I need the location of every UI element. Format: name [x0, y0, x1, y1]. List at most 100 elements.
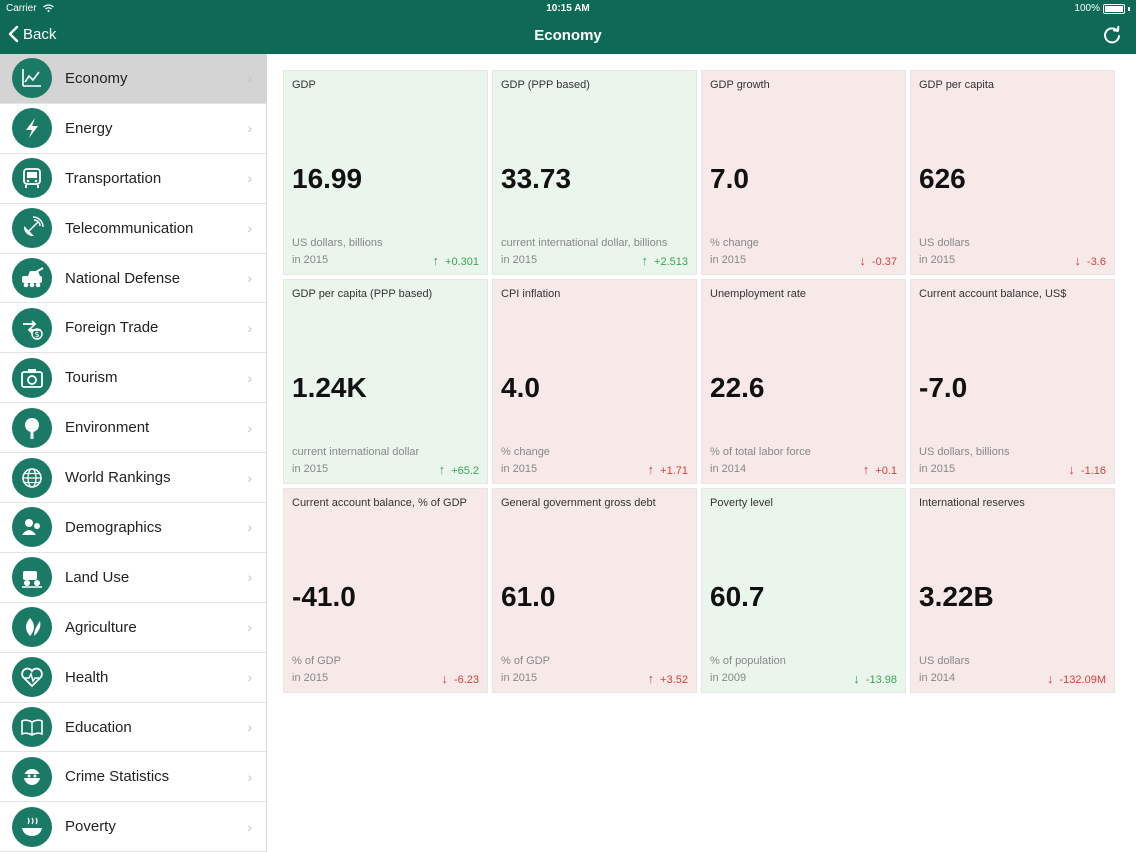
land-use-icon [12, 557, 52, 598]
page-title: Economy [534, 27, 602, 44]
tile-change-value: +65.2 [451, 465, 479, 477]
tile-title: Current account balance, % of GDP [292, 497, 467, 509]
sidebar-item-label: Land Use [65, 568, 130, 586]
chevron-right-icon: › [247, 170, 252, 187]
indicator-tile[interactable]: International reserves 3.22B US dollars in … [910, 488, 1115, 693]
tile-change-value: -3.6 [1087, 256, 1106, 268]
tile-change-value: -1.16 [1080, 465, 1106, 477]
sidebar-item-world-rankings[interactable]: World Rankings › [0, 453, 266, 504]
sidebar-item-agriculture[interactable]: Agriculture › [0, 603, 266, 653]
tile-change: ↓ -132.09M [1047, 671, 1106, 686]
tile-change: ↓ -3.6 [1075, 253, 1106, 268]
sidebar-item-telecommunication[interactable]: Telecommunication › [0, 204, 266, 254]
tile-unit: current international dollar, billions [501, 237, 668, 249]
tile-change-value: -6.23 [453, 674, 479, 686]
tile-unit: % change [710, 237, 759, 249]
indicator-tile[interactable]: GDP growth 7.0 % change in 2015 ↓ -0.37 [701, 70, 906, 275]
national-defense-icon [12, 258, 52, 298]
world-rankings-icon [12, 457, 52, 498]
tile-year: in 2015 [501, 254, 538, 266]
chevron-right-icon: › [247, 270, 252, 286]
sidebar-item-environment[interactable]: Environment › [0, 403, 266, 454]
battery-icon [1103, 3, 1125, 14]
tile-change-value: -132.09M [1059, 674, 1106, 686]
indicator-tile[interactable]: General government gross debt 61.0 % of GD… [492, 488, 697, 693]
arrow-down-icon: ↓ [1074, 253, 1082, 268]
sidebar-item-economy[interactable]: Economy › [0, 54, 266, 104]
sidebar-item-energy[interactable]: Energy › [0, 104, 266, 154]
crime-statistics-icon [12, 756, 52, 797]
sidebar-item-land-use[interactable]: Land Use › [0, 553, 266, 603]
environment-icon [12, 407, 52, 448]
tile-year: in 2015 [292, 463, 329, 475]
indicator-tile[interactable]: Unemployment rate 22.6 % of total labor fo… [701, 279, 906, 484]
tile-unit: % of population [710, 655, 786, 667]
sidebar-item-crime-statistics[interactable]: Crime Statistics › [0, 752, 266, 803]
sidebar-item-label: Foreign Trade [65, 319, 159, 337]
energy-icon [12, 108, 52, 149]
economy-icon [12, 58, 52, 99]
sidebar-item-poverty[interactable]: Poverty › [0, 802, 266, 852]
tile-unit: current international dollar [292, 446, 420, 458]
tile-unit: US dollars [919, 237, 970, 249]
tile-year: in 2015 [501, 672, 538, 684]
tile-title: International reserves [919, 497, 1025, 509]
arrow-down-icon: ↓ [1047, 671, 1054, 686]
sidebar-item-health[interactable]: Health › [0, 653, 266, 703]
tile-value: 61.0 [501, 581, 556, 612]
indicator-tile[interactable]: GDP (PPP based) 33.73 current internationa… [492, 70, 697, 275]
refresh-button[interactable] [1102, 25, 1122, 50]
chevron-right-icon: › [247, 220, 252, 237]
tile-year: in 2014 [710, 463, 747, 475]
tile-title: GDP per capita [919, 79, 995, 91]
tile-unit: US dollars, billions [919, 446, 1010, 458]
sidebar-item-label: Environment [65, 419, 150, 437]
tile-year: in 2009 [710, 672, 747, 684]
arrow-up-icon: ↑ [641, 253, 649, 268]
tile-title: Poverty level [710, 497, 773, 509]
indicator-tile[interactable]: GDP per capita 626 US dollars in 2015 ↓ -3.6 [910, 70, 1115, 275]
sidebar-item-foreign-trade[interactable]: $ Foreign Trade › [0, 303, 266, 354]
indicator-tile[interactable]: GDP per capita (PPP based) 1.24K current i… [283, 279, 488, 484]
indicator-tile[interactable]: GDP 16.99 US dollars, billions in 2015 ↑ +0.3… [283, 70, 488, 275]
sidebar-item-label: Economy [65, 69, 128, 87]
sidebar-item-education[interactable]: Education › [0, 703, 266, 753]
tile-year: in 2015 [919, 254, 956, 266]
tile-title: General government gross debt [501, 497, 656, 509]
sidebar-item-demographics[interactable]: Demographics › [0, 503, 266, 553]
tile-change: ↑ +1.71 [648, 462, 688, 477]
tile-value: 626 [919, 163, 966, 194]
indicator-tile[interactable]: CPI inflation 4.0 % change in 2015 ↑ +1.71 [492, 279, 697, 484]
indicator-tile[interactable]: Poverty level 60.7 % of population in 2009 ↓… [701, 488, 906, 693]
tile-change-value: +1.71 [660, 465, 688, 477]
indicator-tile[interactable]: Current account balance, US$ -7.0 US dolla… [910, 279, 1115, 484]
arrow-down-icon: ↓ [859, 253, 866, 268]
indicator-grid: GDP 16.99 US dollars, billions in 2015 ↑ +0.3… [283, 70, 1115, 693]
tile-year: in 2015 [710, 254, 747, 266]
navigation-bar: Back Economy [0, 18, 1136, 54]
tile-unit: % change [501, 446, 550, 458]
indicator-tile[interactable]: Current account balance, % of GDP -41.0 % … [283, 488, 488, 693]
sidebar-item-transportation[interactable]: Transportation › [0, 154, 266, 204]
chevron-right-icon: › [247, 768, 252, 785]
svg-text:$: $ [34, 330, 39, 339]
demographics-icon [12, 507, 52, 548]
chevron-right-icon: › [247, 319, 252, 336]
foreign-trade-icon: $ [12, 307, 52, 348]
sidebar-item-label: Health [65, 668, 109, 686]
chevron-right-icon: › [247, 619, 252, 636]
tile-unit: US dollars [919, 655, 970, 667]
transportation-icon [12, 158, 52, 199]
battery-tip [1128, 6, 1130, 11]
tile-title: CPI inflation [501, 288, 561, 300]
chevron-right-icon: › [247, 669, 252, 686]
arrow-up-icon: ↑ [432, 253, 440, 268]
tile-change: ↑ +0.301 [433, 253, 479, 268]
sidebar-item-national-defense[interactable]: National Defense › [0, 254, 266, 304]
sidebar-item-tourism[interactable]: Tourism › [0, 353, 266, 404]
arrow-up-icon: ↑ [438, 462, 446, 477]
tile-unit: % of GDP [292, 655, 341, 667]
tile-change: ↑ +3.52 [648, 671, 688, 686]
tile-title: Current account balance, US$ [919, 288, 1067, 300]
sidebar-item-label: Transportation [65, 169, 162, 187]
